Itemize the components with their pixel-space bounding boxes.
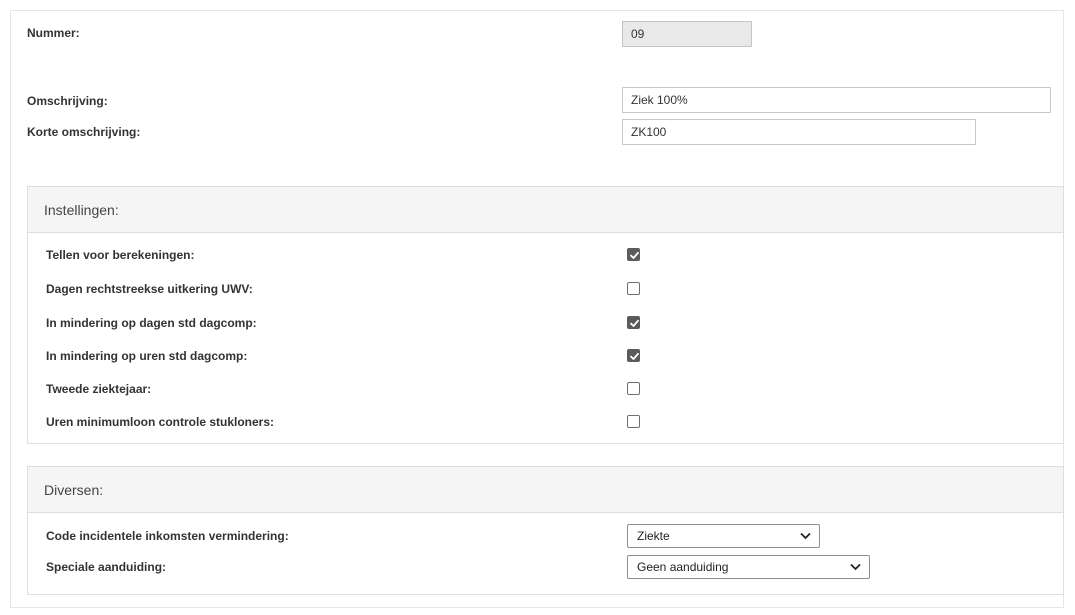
instellingen-panel: Instellingen: — [27, 186, 1064, 444]
instelling-checkbox[interactable] — [627, 248, 640, 261]
chevron-down-icon — [850, 563, 861, 571]
korte-omschrijving-label: Korte omschrijving: — [27, 125, 141, 139]
code-incidentele-value: Ziekte — [637, 529, 670, 543]
korte-omschrijving-input[interactable]: ZK100 — [622, 119, 976, 145]
instelling-label: Tellen voor berekeningen: — [46, 248, 195, 262]
chevron-down-icon — [800, 532, 811, 540]
omschrijving-input[interactable]: Ziek 100% — [622, 87, 1051, 113]
instelling-label: Tweede ziektejaar: — [46, 382, 152, 396]
checkmark-icon — [630, 251, 639, 259]
instelling-checkbox[interactable] — [627, 316, 640, 329]
instelling-label: In mindering op uren std dagcomp: — [46, 349, 248, 363]
instelling-checkbox[interactable] — [627, 382, 640, 395]
instelling-checkbox[interactable] — [627, 349, 640, 362]
diversen-title: Diversen: — [28, 467, 1063, 513]
checkmark-icon — [630, 319, 639, 327]
nummer-label: Nummer: — [27, 26, 80, 40]
instelling-label: Uren minimumloon controle stukloners: — [46, 415, 275, 429]
nummer-field: 09 — [622, 21, 752, 47]
speciale-aanduiding-label: Speciale aanduiding: — [46, 560, 167, 574]
instelling-label: Dagen rechtstreekse uitkering UWV: — [46, 282, 253, 296]
code-incidentele-select[interactable]: Ziekte — [627, 524, 820, 548]
instelling-label: In mindering op dagen std dagcomp: — [46, 316, 257, 330]
code-incidentele-label: Code incidentele inkomsten vermindering: — [46, 529, 289, 543]
omschrijving-label: Omschrijving: — [27, 94, 108, 108]
instelling-checkbox[interactable] — [627, 415, 640, 428]
instelling-checkbox[interactable] — [627, 282, 640, 295]
speciale-aanduiding-select[interactable]: Geen aanduiding — [627, 555, 870, 579]
instellingen-title: Instellingen: — [28, 187, 1063, 233]
checkmark-icon — [630, 352, 639, 360]
speciale-aanduiding-value: Geen aanduiding — [637, 560, 729, 574]
